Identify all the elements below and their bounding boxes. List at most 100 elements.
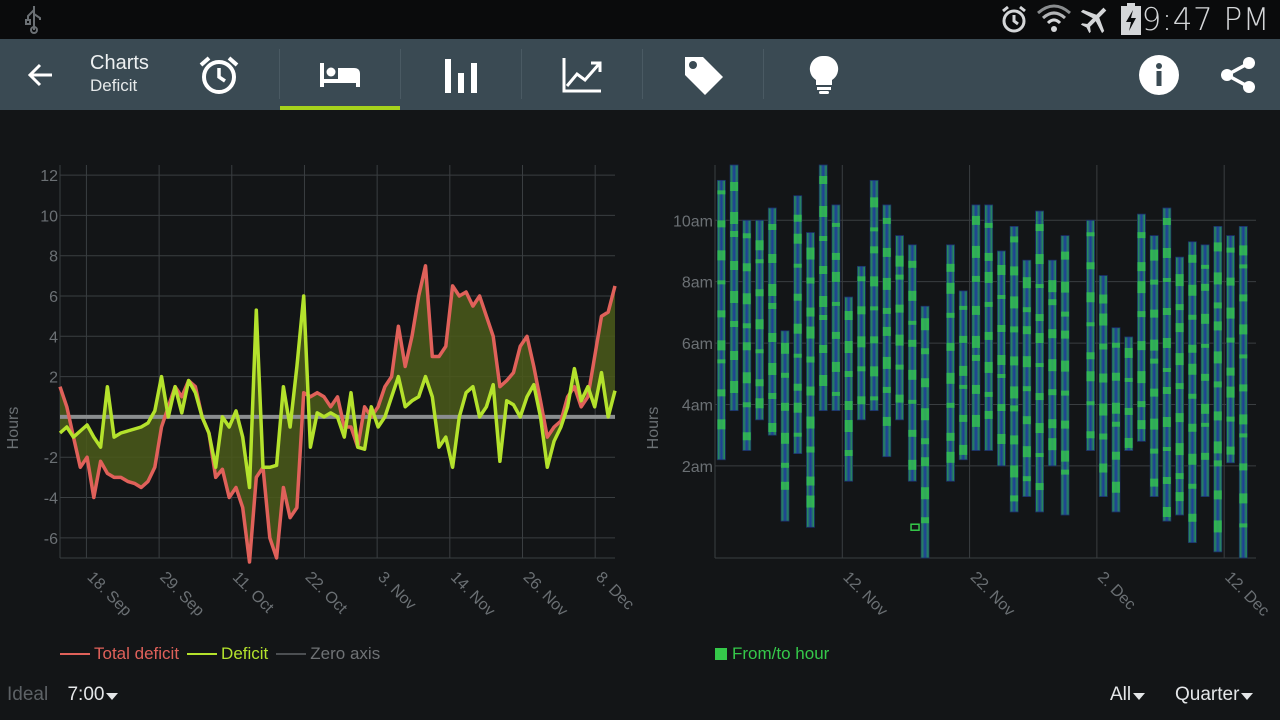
light-sleep-segment: [1150, 249, 1159, 261]
light-sleep-segment: [984, 410, 993, 419]
share-button[interactable]: [1217, 54, 1259, 96]
light-sleep-segment: [1099, 433, 1108, 440]
y-tick-label: 8am: [682, 275, 713, 292]
airplane-mode-icon: [1080, 7, 1107, 34]
light-sleep-segment: [793, 432, 802, 437]
light-sleep-segment: [768, 362, 777, 375]
light-sleep-segment: [1213, 272, 1222, 285]
light-sleep-segment: [1150, 339, 1159, 351]
ideal-label: Ideal: [7, 684, 49, 705]
tab-advice[interactable]: [764, 39, 884, 110]
light-sleep-segment: [806, 476, 815, 486]
light-sleep-segment: [806, 247, 815, 260]
light-sleep-segment: [997, 324, 1006, 332]
info-icon: [1139, 55, 1179, 95]
light-sleep-segment: [730, 231, 739, 237]
light-sleep-segment: [1048, 389, 1057, 396]
light-sleep-segment: [1137, 401, 1146, 408]
period-dropdown[interactable]: Quarter: [1175, 684, 1254, 706]
lightbulb-icon: [809, 55, 839, 94]
y-tick-label: 4: [49, 329, 58, 346]
light-sleep-segment: [1124, 437, 1133, 448]
usb-icon: [25, 6, 41, 34]
light-sleep-segment: [793, 233, 802, 244]
tab-sleep[interactable]: [280, 39, 400, 110]
light-sleep-segment: [1061, 420, 1070, 429]
x-tick-label: 3. Nov: [374, 569, 419, 614]
light-sleep-segment: [1239, 245, 1248, 256]
light-sleep-segment: [1213, 460, 1222, 467]
page-title: Charts: [90, 52, 149, 74]
light-sleep-segment: [1239, 433, 1248, 438]
legend-right: From/to hour: [715, 644, 829, 664]
light-sleep-segment: [730, 261, 739, 270]
light-sleep-segment: [844, 341, 853, 354]
tab-tags[interactable]: [643, 39, 763, 110]
light-sleep-segment: [1099, 313, 1108, 326]
light-sleep-segment: [1162, 247, 1171, 258]
alarm-clock-icon: [199, 55, 239, 94]
light-sleep-segment: [959, 444, 968, 455]
light-sleep-segment: [870, 366, 879, 377]
light-sleep-segment: [895, 334, 904, 346]
y-tick-label: 6am: [682, 336, 713, 353]
light-sleep-segment: [1213, 490, 1222, 500]
light-sleep-segment: [997, 403, 1006, 411]
light-sleep-segment: [1048, 329, 1057, 339]
trend-line-icon: [562, 57, 602, 92]
light-sleep-segment: [1111, 451, 1120, 460]
light-sleep-segment: [1035, 453, 1044, 458]
light-sleep-segment: [1010, 465, 1019, 478]
light-sleep-segment: [742, 293, 751, 305]
light-sleep-segment: [895, 255, 904, 267]
back-arrow-icon[interactable]: [20, 57, 64, 93]
light-sleep-segment: [1226, 446, 1235, 455]
y-tick-label: 6: [49, 289, 58, 306]
footer-ideal: Ideal 7:00: [7, 684, 119, 706]
light-sleep-segment: [1150, 418, 1159, 430]
tab-trend[interactable]: [522, 39, 642, 110]
light-sleep-segment: [1137, 232, 1146, 239]
info-button[interactable]: [1138, 54, 1180, 96]
status-bar: 9:47 PM: [0, 0, 1280, 39]
y-tick-label: 2am: [682, 459, 713, 476]
light-sleep-segment: [1086, 431, 1095, 439]
light-sleep-segment: [1111, 421, 1120, 427]
alarm-icon: [1002, 5, 1026, 33]
light-sleep-segment: [895, 394, 904, 403]
ideal-dropdown[interactable]: 7:00: [67, 684, 119, 706]
light-sleep-segment: [1035, 393, 1044, 401]
x-tick-label: 29. Sep: [156, 569, 207, 620]
light-sleep-segment: [1188, 453, 1197, 465]
light-sleep-segment: [882, 217, 891, 224]
x-tick-label: 12. Dec: [1221, 569, 1272, 620]
light-sleep-segment: [1010, 435, 1019, 445]
light-sleep-segment: [1162, 416, 1171, 427]
light-sleep-segment: [717, 340, 726, 351]
tab-bar-chart[interactable]: [401, 39, 521, 110]
light-sleep-segment: [730, 351, 739, 360]
tab-alarm[interactable]: [159, 39, 279, 110]
light-sleep-segment: [844, 311, 853, 321]
light-sleep-segment: [997, 433, 1006, 444]
light-sleep-segment: [959, 384, 968, 389]
light-sleep-segment: [819, 345, 828, 353]
light-sleep-segment: [1022, 326, 1031, 335]
light-sleep-segment: [870, 396, 879, 401]
light-sleep-segment: [1022, 307, 1031, 313]
light-sleep-segment: [971, 384, 980, 394]
chevron-down-icon: [1241, 692, 1254, 700]
light-sleep-segment: [1162, 307, 1171, 315]
light-sleep-segment: [1239, 414, 1248, 425]
light-sleep-segment: [831, 222, 840, 227]
light-sleep-segment: [844, 450, 853, 457]
light-sleep-segment: [1111, 481, 1120, 493]
light-sleep-segment: [1175, 443, 1184, 456]
light-sleep-segment: [1099, 343, 1108, 350]
filter-dropdown[interactable]: All: [1110, 684, 1146, 706]
light-sleep-segment: [1010, 386, 1019, 399]
light-sleep-segment: [717, 220, 726, 228]
light-sleep-segment: [730, 321, 739, 327]
legend-item: Deficit: [187, 644, 268, 664]
status-time: 9:47 PM: [1141, 2, 1270, 38]
